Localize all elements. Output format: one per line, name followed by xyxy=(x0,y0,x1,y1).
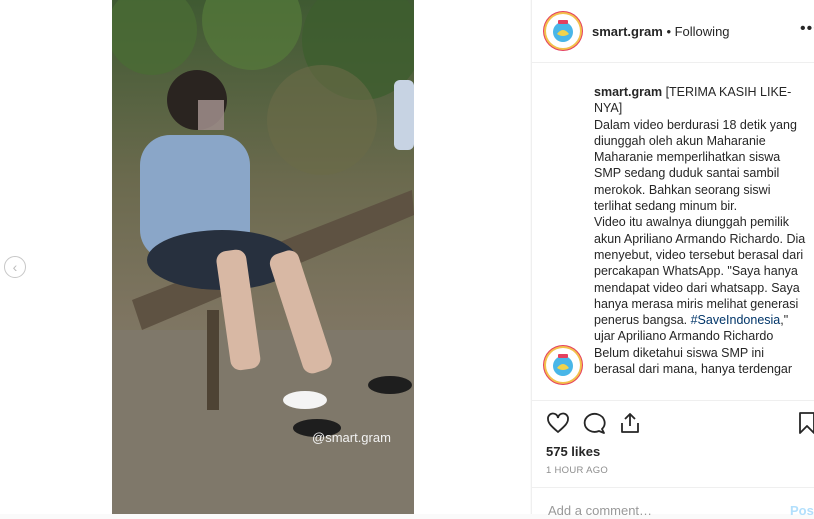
profile-logo-icon xyxy=(547,15,579,47)
more-options-icon[interactable]: ••• xyxy=(800,20,814,38)
post-actions xyxy=(532,400,814,441)
post-details-panel: smart.gram • Following ••• smart.gram [T… xyxy=(531,0,814,519)
follow-status[interactable]: Following xyxy=(675,24,730,39)
video-watermark: @smart.gram xyxy=(312,430,391,445)
caption-hashtag[interactable]: #SaveIndonesia xyxy=(691,313,781,327)
caption-text-a: [TERIMA KASIH LIKE-NYA] Dalam video berd… xyxy=(594,85,806,328)
chevron-left-icon: ‹ xyxy=(12,259,18,275)
comment-bubble-icon[interactable] xyxy=(582,411,606,435)
post-caption: smart.gram [TERIMA KASIH LIKE-NYA] Dalam… xyxy=(594,84,808,377)
post-header: smart.gram • Following ••• xyxy=(532,0,814,63)
heart-icon[interactable] xyxy=(546,411,570,435)
add-comment-bar: Post xyxy=(532,487,814,519)
bookmark-icon[interactable] xyxy=(795,411,814,435)
profile-logo-icon xyxy=(547,349,579,381)
author-username[interactable]: smart.gram xyxy=(592,24,663,39)
like-count[interactable]: 575 likes xyxy=(546,444,600,459)
comments-list[interactable]: smart.gram [TERIMA KASIH LIKE-NYA] Dalam… xyxy=(532,62,814,400)
avatar[interactable] xyxy=(546,14,580,48)
avatar[interactable] xyxy=(546,348,580,382)
share-icon[interactable] xyxy=(618,411,642,435)
comment-input[interactable] xyxy=(546,502,760,519)
previous-post-button[interactable]: ‹ xyxy=(4,256,26,278)
separator-dot: • xyxy=(666,24,675,39)
post-video[interactable]: @smart.gram xyxy=(112,0,414,514)
post-author[interactable]: smart.gram • Following xyxy=(592,24,730,39)
caption-username[interactable]: smart.gram xyxy=(594,85,662,99)
post-comment-button[interactable]: Post xyxy=(790,503,814,518)
post-timestamp[interactable]: 1 HOUR AGO xyxy=(546,465,608,476)
